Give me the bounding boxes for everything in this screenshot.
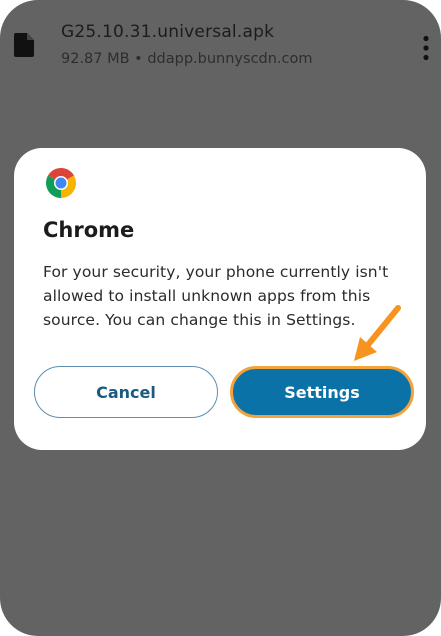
arrow-icon — [354, 305, 401, 361]
more-vertical-icon[interactable] — [420, 35, 432, 61]
dialog-title: Chrome — [43, 218, 135, 242]
cancel-button[interactable]: Cancel — [34, 366, 218, 418]
download-file-meta: 92.87 MB • ddapp.bunnyscdn.com — [61, 51, 313, 67]
download-file-name: G25.10.31.universal.apk — [61, 22, 275, 42]
phone-screen: G25.10.31.universal.apk 92.87 MB • ddapp… — [0, 0, 441, 636]
chrome-icon — [46, 168, 76, 198]
download-item[interactable]: G25.10.31.universal.apk 92.87 MB • ddapp… — [0, 0, 441, 80]
install-blocked-dialog: Chrome For your security, your phone cur… — [14, 148, 426, 450]
file-icon — [14, 33, 34, 57]
settings-button[interactable]: Settings — [230, 366, 414, 418]
